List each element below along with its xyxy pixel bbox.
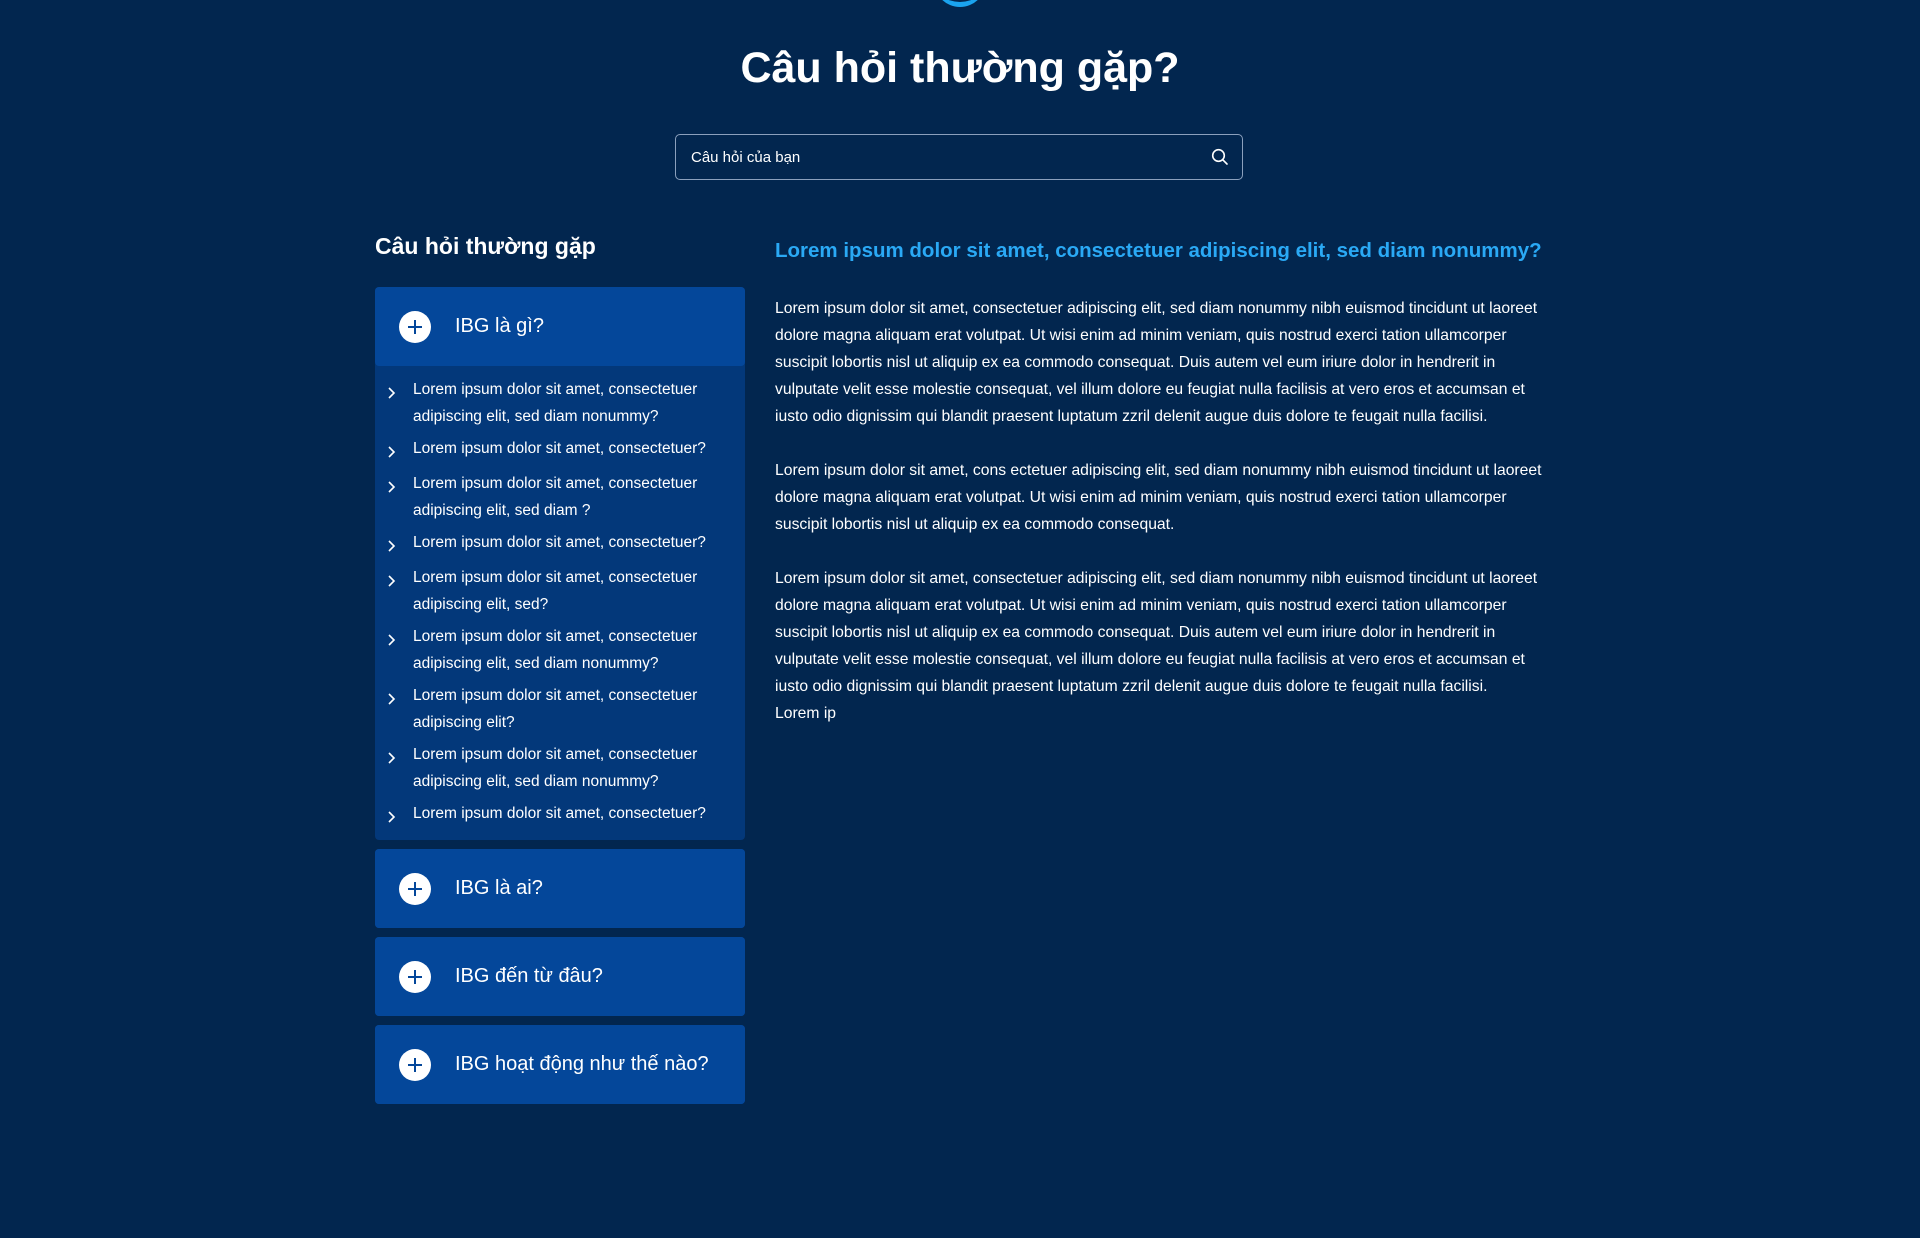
faq-question-item[interactable]: Lorem ipsum dolor sit amet, consectetuer… <box>387 470 731 524</box>
faq-question-item[interactable]: Lorem ipsum dolor sit amet, consectetuer… <box>387 435 731 465</box>
answer-title: Lorem ipsum dolor sit amet, consectetuer… <box>775 239 1542 262</box>
faq-question-list: Lorem ipsum dolor sit amet, consectetuer… <box>375 366 745 840</box>
chevron-right-icon <box>387 803 413 830</box>
faq-question-label: Lorem ipsum dolor sit amet, consectetuer… <box>413 805 706 822</box>
chevron-right-icon <box>387 473 413 500</box>
answer-paragraph: Lorem ipsum dolor sit amet, consectetuer… <box>775 570 1538 695</box>
search-box <box>675 134 1243 180</box>
chevron-right-icon <box>387 626 413 653</box>
faq-group-label: IBG hoạt động như thế nào? <box>455 1053 709 1075</box>
faq-page: Câu hỏi thường gặp? Câu hỏi thường gặp I… <box>0 0 1920 1238</box>
plus-icon <box>399 310 431 343</box>
faq-group-label: IBG là ai? <box>455 877 543 899</box>
faq-group-ibg-la-gi: IBG là gì? Lorem ipsum dolor sit amet, c… <box>375 287 745 840</box>
faq-group-header[interactable]: IBG là ai? <box>375 849 745 928</box>
answer-paragraph: Lorem ipsum dolor sit amet, consectetuer… <box>775 300 1538 425</box>
faq-group-header[interactable]: IBG đến từ đâu? <box>375 937 745 1016</box>
answer-paragraph: Lorem ip <box>775 705 837 722</box>
faq-group-ibg-hoat-dong: IBG hoạt động như thế nào? <box>375 1025 745 1104</box>
faq-group-ibg-la-ai: IBG là ai? <box>375 849 745 928</box>
faq-question-label: Lorem ipsum dolor sit amet, consectetuer… <box>413 687 698 731</box>
plus-icon <box>399 960 431 993</box>
chevron-right-icon <box>387 744 413 771</box>
chevron-right-icon <box>387 532 413 559</box>
plus-icon <box>399 1048 431 1081</box>
faq-group-label: IBG là gì? <box>455 315 544 337</box>
faq-group-header[interactable]: IBG là gì? <box>375 287 745 366</box>
faq-question-label: Lorem ipsum dolor sit amet, consectetuer… <box>413 569 698 613</box>
chevron-right-icon <box>387 685 413 712</box>
faq-question-item[interactable]: Lorem ipsum dolor sit amet, consectetuer… <box>387 529 731 559</box>
faq-answer: Lorem ipsum dolor sit amet, consectetuer… <box>775 233 1550 754</box>
faq-question-item[interactable]: Lorem ipsum dolor sit amet, consectetuer… <box>387 376 731 430</box>
faq-question-label: Lorem ipsum dolor sit amet, consectetuer… <box>413 475 698 519</box>
page-title: Câu hỏi thường gặp? <box>740 44 1180 92</box>
faq-group-ibg-den-tu-dau: IBG đến từ đâu? <box>375 937 745 1016</box>
faq-question-label: Lorem ipsum dolor sit amet, consectetuer… <box>413 746 698 790</box>
chevron-right-icon <box>387 567 413 594</box>
faq-question-label: Lorem ipsum dolor sit amet, consectetuer… <box>413 381 698 425</box>
plus-icon <box>399 872 431 905</box>
chevron-right-icon <box>387 379 413 406</box>
faq-group-label: IBG đến từ đâu? <box>455 965 603 987</box>
faq-question-label: Lorem ipsum dolor sit amet, consectetuer… <box>413 628 698 672</box>
faq-question-label: Lorem ipsum dolor sit amet, consectetuer… <box>413 440 706 457</box>
faq-question-item[interactable]: Lorem ipsum dolor sit amet, consectetuer… <box>387 564 731 618</box>
faq-question-item[interactable]: Lorem ipsum dolor sit amet, consectetuer… <box>387 623 731 677</box>
chevron-right-icon <box>387 438 413 465</box>
logo-icon <box>934 0 986 7</box>
faq-sidebar: Câu hỏi thường gặp IBG là gì? Lorem ipsu… <box>375 226 745 1113</box>
search-icon[interactable] <box>1198 135 1242 179</box>
sidebar-title: Câu hỏi thường gặp <box>375 233 596 259</box>
answer-paragraph: Lorem ipsum dolor sit amet, cons ectetue… <box>775 462 1542 533</box>
faq-question-label: Lorem ipsum dolor sit amet, consectetuer… <box>413 534 706 551</box>
faq-question-item[interactable]: Lorem ipsum dolor sit amet, consectetuer… <box>387 800 731 830</box>
search-input[interactable] <box>676 135 1198 179</box>
faq-group-header[interactable]: IBG hoạt động như thế nào? <box>375 1025 745 1104</box>
faq-question-item[interactable]: Lorem ipsum dolor sit amet, consectetuer… <box>387 682 731 736</box>
faq-question-item[interactable]: Lorem ipsum dolor sit amet, consectetuer… <box>387 741 731 795</box>
